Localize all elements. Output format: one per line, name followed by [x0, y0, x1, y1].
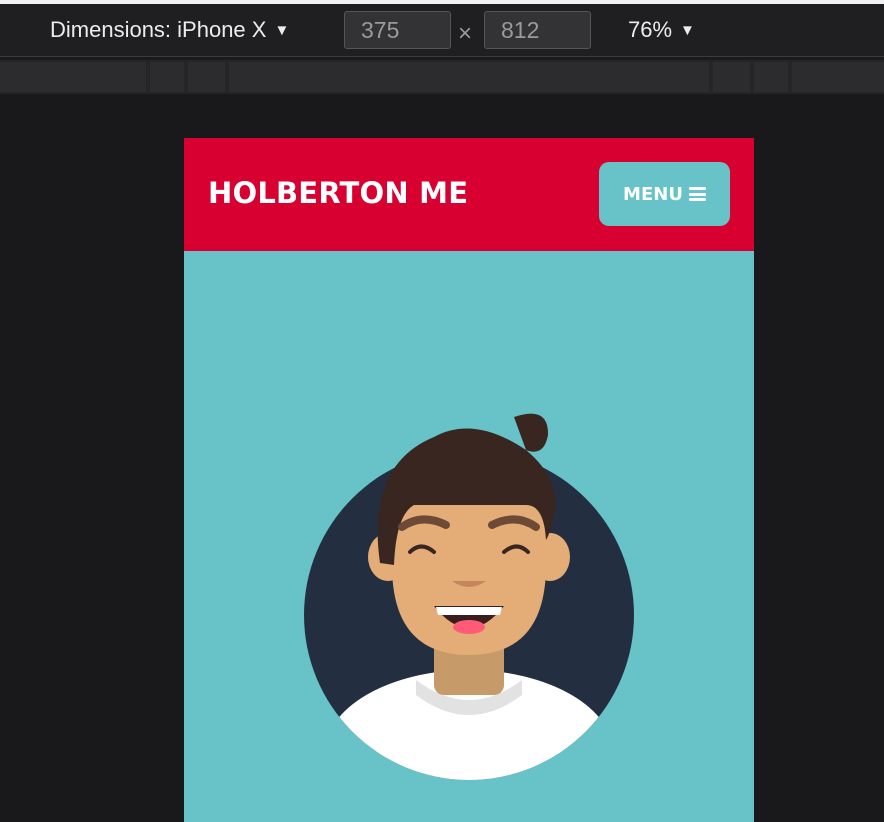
avatar-illustration — [304, 413, 634, 780]
ruler-segment[interactable] — [754, 62, 788, 92]
ruler-segment[interactable] — [150, 62, 184, 92]
device-dimensions-select[interactable]: Dimensions: iPhone X ▼ — [50, 16, 289, 45]
media-query-ruler — [0, 60, 884, 94]
caret-down-icon: ▼ — [680, 22, 695, 39]
zoom-select[interactable]: 76% ▼ — [628, 16, 695, 45]
ruler-segment[interactable] — [0, 62, 146, 92]
device-dimensions-label: Dimensions: iPhone X — [50, 17, 267, 42]
viewport-width-input[interactable] — [344, 11, 451, 49]
device-viewport: HOLBERTON ME MENU — [184, 138, 754, 822]
site-header: HOLBERTON ME MENU — [184, 138, 754, 251]
ruler-segment[interactable] — [713, 62, 750, 92]
hamburger-icon — [688, 187, 706, 201]
caret-down-icon: ▼ — [274, 22, 290, 39]
menu-label: MENU — [623, 183, 683, 205]
site-title[interactable]: HOLBERTON ME — [208, 176, 468, 210]
ruler-segment[interactable] — [229, 62, 709, 92]
avatar-teeth — [436, 607, 502, 615]
hero-section — [184, 251, 754, 822]
times-icon: × — [458, 20, 473, 47]
zoom-label: 76% — [628, 17, 673, 42]
viewport-height-input[interactable] — [484, 11, 591, 49]
avatar-tongue — [453, 620, 485, 634]
ruler-segment[interactable] — [792, 62, 884, 92]
ruler-segment[interactable] — [188, 62, 225, 92]
menu-button[interactable]: MENU — [599, 162, 730, 226]
devtools-device-toolbar: Dimensions: iPhone X ▼ × 76% ▼ — [0, 4, 884, 57]
